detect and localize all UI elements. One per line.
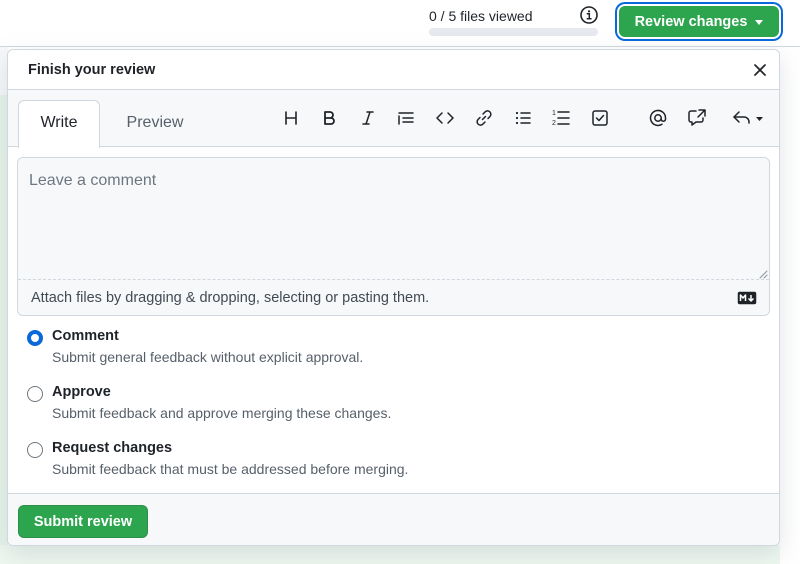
option-label: Request changes [52,440,173,456]
option-description: Submit general feedback without explicit… [52,349,364,365]
cross-reference-button[interactable] [686,107,708,129]
svg-text:1: 1 [552,110,556,117]
quote-button[interactable] [395,107,417,129]
code-icon [436,112,454,124]
dialog-footer: Submit review [8,493,779,545]
heading-icon [285,111,297,125]
diff-background-bottom [0,545,780,564]
files-viewed-text: 0 / 5 files viewed [429,8,533,24]
caret-down-icon [755,20,764,25]
link-icon [476,110,492,126]
task-list-icon [592,110,608,126]
bold-icon [324,111,335,125]
close-icon [754,64,766,76]
close-button[interactable] [750,60,770,80]
link-button[interactable] [473,107,495,129]
option-description: Submit feedback and approve merging thes… [52,405,392,421]
task-list-button[interactable] [589,107,611,129]
tab-write[interactable]: Write [18,100,100,148]
unordered-list-button[interactable] [512,107,534,129]
mention-icon [649,109,667,127]
reply-icon [733,111,763,124]
heading-button[interactable] [280,107,302,129]
italic-button[interactable] [357,107,379,129]
attach-files-text: Attach files by dragging & dropping, sel… [31,290,430,306]
comment-textarea[interactable] [18,158,769,279]
comment-radio[interactable] [27,330,43,346]
review-changes-button[interactable]: Review changes [619,6,779,37]
bold-button[interactable] [318,107,340,129]
svg-text:2: 2 [552,120,556,127]
dialog-header: Finish your review [8,50,779,90]
info-icon[interactable] [579,5,599,25]
quote-icon [398,112,414,125]
cross-reference-icon [688,109,706,126]
ordered-list-icon: 1 2 [552,110,570,127]
option-label: Comment [52,328,119,344]
saved-replies-button[interactable] [730,107,768,129]
finish-review-dialog: Finish your review Write Preview 1 2 Lea… [7,49,780,546]
italic-icon [362,111,374,125]
tab-preview[interactable]: Preview [110,102,200,146]
option-description: Submit feedback that must be addressed b… [52,461,409,477]
files-viewed-progress [429,28,598,36]
request-changes-radio[interactable] [27,442,43,458]
unordered-list-icon [515,111,531,125]
markdown-icon [737,291,757,305]
ordered-list-button[interactable]: 1 2 [550,107,572,129]
page-background-right [780,47,800,564]
review-changes-label: Review changes [634,13,748,30]
comment-editor: Attach files by dragging & dropping, sel… [17,157,770,316]
submit-review-button[interactable]: Submit review [18,505,148,538]
editor-toolbar-row: Write Preview 1 2 [8,90,779,148]
pr-files-header: 0 / 5 files viewed Review changes [0,0,800,47]
code-button[interactable] [434,107,456,129]
mention-button[interactable] [647,107,669,129]
attach-files-bar[interactable]: Attach files by dragging & dropping, sel… [18,279,769,315]
dialog-title: Finish your review [28,62,156,78]
resize-handle-icon[interactable] [758,266,768,279]
option-label: Approve [52,384,111,400]
files-viewed-indicator: 0 / 5 files viewed [429,8,599,36]
approve-radio[interactable] [27,386,43,402]
